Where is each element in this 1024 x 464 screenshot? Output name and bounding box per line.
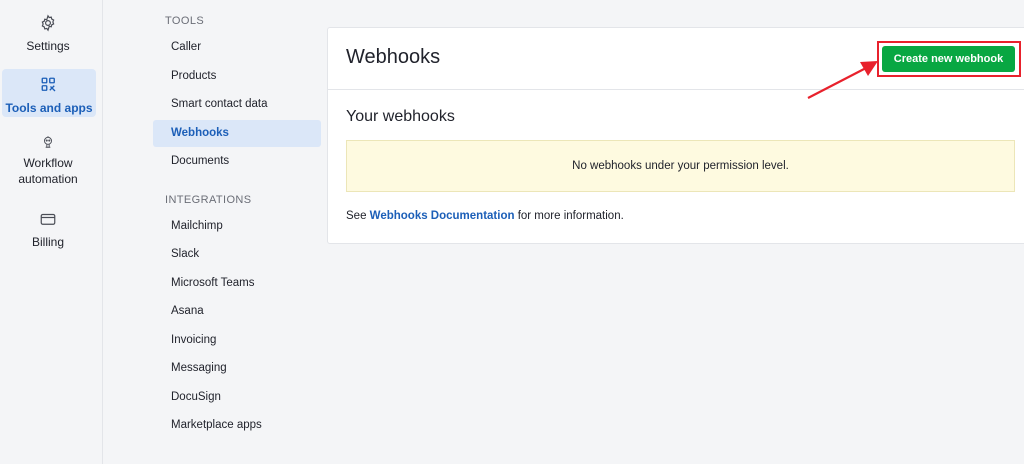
- section-heading: Your webhooks: [346, 108, 455, 125]
- annotation-arrow-icon: [807, 61, 878, 99]
- documentation-info: See Webhooks Documentation for more info…: [346, 210, 624, 222]
- gear-icon: [41, 14, 55, 32]
- tools-apps-icon: [41, 77, 56, 92]
- nav-item-marketplace-apps[interactable]: Marketplace apps: [153, 412, 321, 439]
- nav-item-smart-contact-data[interactable]: Smart contact data: [153, 91, 321, 118]
- rail-item-workflow-automation[interactable]: Workflow automation: [0, 135, 96, 187]
- section-title-tools: TOOLS: [165, 15, 205, 27]
- webhooks-card: Webhooks Create new webhook Your webhook…: [327, 27, 1024, 244]
- nav-item-webhooks[interactable]: Webhooks: [153, 120, 321, 147]
- rail-item-tools-and-apps[interactable]: Tools and apps: [2, 69, 96, 117]
- nav-item-asana[interactable]: Asana: [153, 298, 321, 325]
- info-prefix: See: [346, 210, 370, 222]
- rail-label: automation: [18, 172, 78, 186]
- rail-label: Settings: [26, 39, 70, 53]
- nav-item-slack[interactable]: Slack: [153, 241, 321, 268]
- secondary-nav: TOOLS Caller Products Smart contact data…: [103, 0, 327, 464]
- robot-icon: [44, 136, 52, 148]
- nav-item-docusign[interactable]: DocuSign: [153, 384, 321, 411]
- empty-state-text: No webhooks under your permission level.: [572, 160, 789, 172]
- nav-item-messaging[interactable]: Messaging: [153, 355, 321, 382]
- card-header: Webhooks Create new webhook: [328, 28, 1024, 90]
- nav-item-mailchimp[interactable]: Mailchimp: [153, 213, 321, 240]
- primary-nav-rail: Settings Tools and apps Workflow automat…: [0, 0, 103, 464]
- webhooks-documentation-link[interactable]: Webhooks Documentation: [370, 210, 515, 222]
- credit-card-icon: [40, 213, 56, 225]
- rail-label: Workflow: [23, 156, 73, 170]
- empty-state-notice: No webhooks under your permission level.: [346, 140, 1015, 192]
- rail-label: Tools and apps: [5, 101, 93, 115]
- nav-item-invoicing[interactable]: Invoicing: [153, 327, 321, 354]
- section-title-integrations: INTEGRATIONS: [165, 194, 252, 206]
- nav-item-documents[interactable]: Documents: [153, 148, 321, 175]
- nav-item-microsoft-teams[interactable]: Microsoft Teams: [153, 270, 321, 297]
- rail-item-billing[interactable]: Billing: [0, 210, 96, 250]
- nav-item-caller[interactable]: Caller: [153, 34, 321, 61]
- nav-item-products[interactable]: Products: [153, 63, 321, 90]
- annotation-highlight-box: [877, 41, 1021, 77]
- rail-label: Billing: [31, 235, 64, 249]
- rail-item-settings[interactable]: Settings: [0, 14, 96, 60]
- page-title: Webhooks: [346, 46, 441, 68]
- info-suffix: for more information.: [514, 210, 624, 222]
